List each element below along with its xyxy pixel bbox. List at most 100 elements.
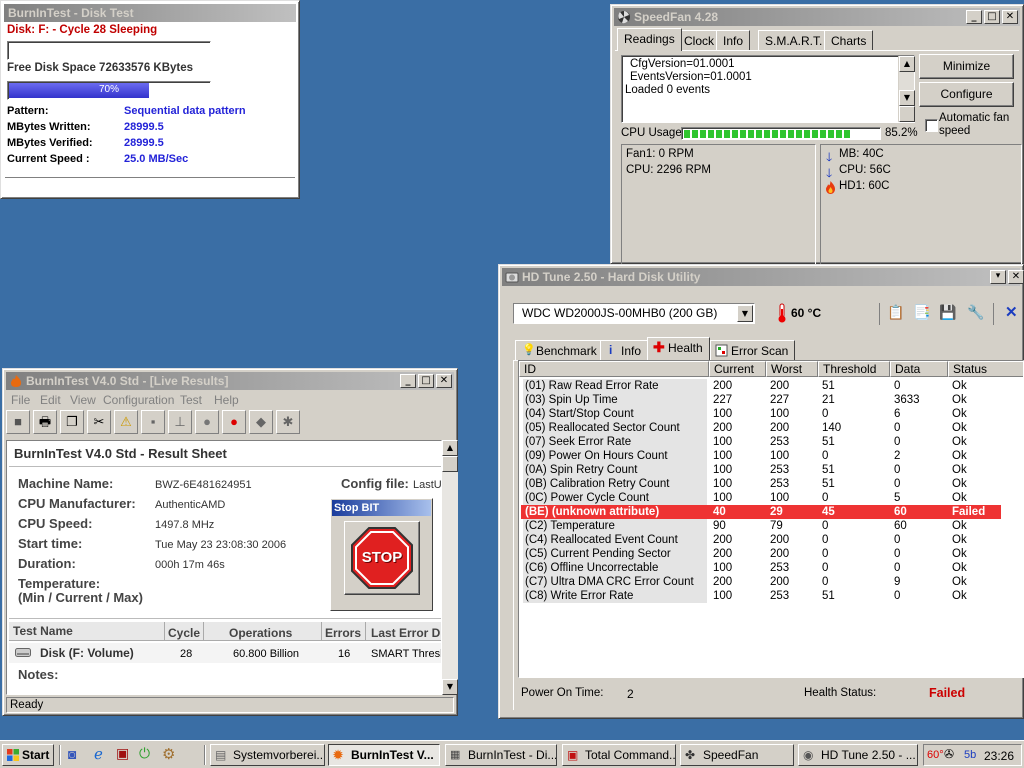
- gray-circle-icon[interactable]: ●: [195, 410, 219, 434]
- smart-row[interactable]: (0C) Power Cycle Count 100 100 0 5 Ok: [521, 491, 1001, 505]
- smart-row[interactable]: (05) Reallocated Sector Count 200 200 140 0 O…: [521, 421, 1001, 435]
- clock[interactable]: 23:26: [984, 749, 1014, 763]
- task-systemvorbereitung[interactable]: ▤ Systemvorberei...: [210, 744, 325, 766]
- minimize-button[interactable]: _: [966, 10, 982, 24]
- disk-icon[interactable]: ▪: [141, 410, 165, 434]
- close-button[interactable]: ✕: [1002, 10, 1018, 24]
- smart-row[interactable]: (C2) Temperature 90 79 0 60 Ok: [521, 519, 1001, 533]
- menu-help[interactable]: Help: [214, 393, 239, 407]
- smart-row[interactable]: (01) Raw Read Error Rate 200 200 51 0 Ok: [521, 379, 1001, 393]
- col-header-status[interactable]: Status: [948, 361, 1023, 377]
- copy-icon[interactable]: ❐: [60, 410, 84, 434]
- smart-row[interactable]: (C4) Reallocated Event Count 200 200 0 0 Ok: [521, 533, 1001, 547]
- chevron-down-icon[interactable]: ▼: [737, 305, 753, 322]
- task-hdtune[interactable]: ◉ HD Tune 2.50 - ...: [798, 744, 918, 766]
- power-icon[interactable]: ⏻: [139, 745, 150, 762]
- col-operations[interactable]: Operations: [229, 626, 292, 640]
- col-header-id[interactable]: ID: [519, 361, 709, 377]
- start-button[interactable]: Start: [2, 744, 54, 766]
- save-icon[interactable]: 💾: [939, 304, 956, 321]
- burnintest-titlebar[interactable]: BurnInTest V4.0 Std - [Live Results]: [6, 372, 454, 390]
- col-test-name[interactable]: Test Name: [13, 624, 73, 638]
- tab-info[interactable]: Info: [716, 30, 751, 50]
- minimize-button[interactable]: ▾: [990, 270, 1006, 284]
- tab-clock[interactable]: Clock: [677, 30, 722, 50]
- smart-row[interactable]: (03) Spin Up Time 227 227 21 3633 Ok: [521, 393, 1001, 407]
- hdtune-titlebar[interactable]: HD Tune 2.50 - Hard Disk Utility: [502, 268, 1020, 286]
- menu-configuration[interactable]: Configuration: [103, 393, 174, 407]
- auto-fan-checkbox[interactable]: [925, 119, 938, 132]
- close-button[interactable]: ✕: [1008, 270, 1024, 284]
- smart-row[interactable]: (04) Start/Stop Count 100 100 0 6 Ok: [521, 407, 1001, 421]
- copy-all-icon[interactable]: 📑: [913, 304, 930, 321]
- tray-temperature[interactable]: 60°: [927, 749, 944, 761]
- minimize-button[interactable]: _: [400, 374, 416, 388]
- smart-row[interactable]: (C6) Offline Uncorrectable 100 253 0 0 Ok: [521, 561, 1001, 575]
- warning-icon[interactable]: ⚠: [114, 410, 138, 434]
- smart-row[interactable]: (0B) Calibration Retry Count 100 253 51 0 Ok: [521, 477, 1001, 491]
- print-icon[interactable]: 🖶: [33, 410, 57, 434]
- tab-info[interactable]: i Info: [600, 340, 649, 360]
- configure-button[interactable]: Configure: [919, 82, 1014, 107]
- col-last-error[interactable]: Last Error D: [371, 626, 440, 640]
- exit-icon[interactable]: ✕: [1005, 303, 1018, 321]
- scroll-thumb[interactable]: [899, 106, 915, 122]
- scroll-up-icon[interactable]: ▲: [899, 56, 915, 72]
- tab-smart[interactable]: S.M.A.R.T.: [758, 30, 830, 50]
- test-row[interactable]: Disk (F: Volume) 28 60.800 Billion 16 SM…: [9, 643, 441, 663]
- floppy-icon[interactable]: ▣: [116, 745, 129, 762]
- event-log[interactable]: CfgVersion=01.0001 EventsVersion=01.0001…: [621, 55, 915, 123]
- ie-icon[interactable]: ℯ: [94, 745, 103, 763]
- gear-icon[interactable]: ⚙: [162, 745, 175, 763]
- eraser-icon[interactable]: ◆: [249, 410, 273, 434]
- copy-icon[interactable]: 📋: [887, 304, 904, 321]
- scroll-up-icon[interactable]: ▲: [442, 440, 458, 456]
- smart-row[interactable]: (07) Seek Error Rate 100 253 51 0 Ok: [521, 435, 1001, 449]
- col-header-worst[interactable]: Worst: [766, 361, 818, 377]
- menu-test[interactable]: Test: [180, 393, 202, 407]
- scroll-down-icon[interactable]: ▼: [442, 679, 458, 695]
- options-icon[interactable]: 🔧: [967, 304, 984, 321]
- tray-b-value[interactable]: 5b: [964, 749, 976, 761]
- speedfan-titlebar[interactable]: SpeedFan 4.28: [614, 8, 1020, 26]
- scroll-down-icon[interactable]: ▼: [899, 90, 915, 106]
- smart-row[interactable]: (0A) Spin Retry Count 100 253 51 0 Ok: [521, 463, 1001, 477]
- smart-row[interactable]: (09) Power On Hours Count 100 100 0 2 Ok: [521, 449, 1001, 463]
- col-header-threshold[interactable]: Threshold: [818, 361, 890, 377]
- col-errors[interactable]: Errors: [325, 626, 361, 640]
- stop-square-icon[interactable]: ■: [6, 410, 30, 434]
- menu-file[interactable]: File: [11, 393, 30, 407]
- maximize-button[interactable]: □: [418, 374, 434, 388]
- col-header-data[interactable]: Data: [890, 361, 948, 377]
- menu-view[interactable]: View: [70, 393, 96, 407]
- smart-row[interactable]: (C7) Ultra DMA CRC Error Count 200 200 0 9 Ok: [521, 575, 1001, 589]
- close-button[interactable]: ✕: [436, 374, 452, 388]
- tab-benchmark[interactable]: 💡 Benchmark: [515, 340, 604, 360]
- tab-charts[interactable]: Charts: [824, 30, 874, 50]
- smart-table[interactable]: ID Current Worst Threshold Data Status (…: [518, 360, 1024, 678]
- col-cycle[interactable]: Cycle: [168, 626, 200, 640]
- log-scrollbar[interactable]: ▲ ▼: [898, 56, 915, 122]
- tab-error-scan[interactable]: Error Scan: [710, 340, 796, 360]
- fan-tray-icon[interactable]: ✇: [944, 747, 954, 761]
- settings-icon[interactable]: ⊥: [168, 410, 192, 434]
- tab-health[interactable]: ✚ Health: [647, 337, 710, 360]
- col-header-current[interactable]: Current: [709, 361, 766, 377]
- plug-icon[interactable]: ✱: [276, 410, 300, 434]
- explorer-icon[interactable]: ◙: [68, 746, 76, 762]
- task-burnintest-disk[interactable]: ▦ BurnInTest - Di...: [445, 744, 557, 766]
- smart-row[interactable]: (C8) Write Error Rate 100 253 51 0 Ok: [521, 589, 1001, 603]
- menu-edit[interactable]: Edit: [40, 393, 61, 407]
- drive-select[interactable]: WDC WD2000JS-00MHB0 (200 GB) ▼: [513, 303, 755, 324]
- maximize-button[interactable]: □: [984, 10, 1000, 24]
- minimize-app-button[interactable]: Minimize: [919, 54, 1014, 79]
- task-speedfan[interactable]: ✤ SpeedFan: [680, 744, 794, 766]
- smart-row[interactable]: (BE) (unknown attribute) 40 29 45 60 Failed: [521, 505, 1001, 519]
- tools-icon[interactable]: ✂: [87, 410, 111, 434]
- tab-readings[interactable]: Readings: [617, 28, 682, 51]
- record-icon[interactable]: ●: [222, 410, 246, 434]
- smart-row[interactable]: (C5) Current Pending Sector 200 200 0 0 Ok: [521, 547, 1001, 561]
- stop-button[interactable]: STOP: [344, 521, 420, 595]
- task-burnintest[interactable]: ✹ BurnInTest V...: [328, 744, 440, 766]
- result-scrollbar[interactable]: ▲ ▼: [442, 440, 458, 695]
